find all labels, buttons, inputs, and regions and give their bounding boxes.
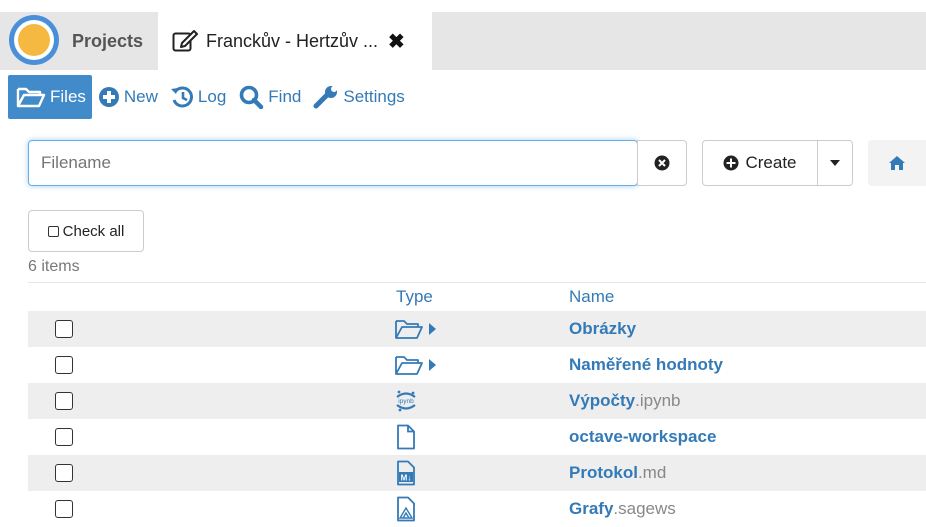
filename-search-input[interactable] xyxy=(28,140,638,186)
item-count: 6 items xyxy=(28,258,80,275)
top-tab-bar: Projects Franckův - Hertzův ... ✖ xyxy=(0,0,926,70)
row-checkbox[interactable] xyxy=(55,428,73,446)
nav-files[interactable]: Files xyxy=(8,75,92,119)
square-icon xyxy=(47,225,59,237)
file-name-link[interactable]: Obrázky xyxy=(569,319,636,339)
plus-circle-icon xyxy=(98,87,119,107)
clear-search-button[interactable] xyxy=(637,140,687,186)
times-circle-icon xyxy=(654,155,670,171)
tab-file-title: Franckův - Hertzův ... xyxy=(206,30,379,51)
create-button[interactable]: Create xyxy=(702,140,818,186)
file-listing: Type Name Obrázky Naměřené hodnoty ipynb… xyxy=(28,282,926,527)
nav-settings-label: Settings xyxy=(343,87,405,106)
file-name-link[interactable]: octave-workspace xyxy=(569,427,716,447)
row-checkbox[interactable] xyxy=(55,356,73,374)
project-nav: Files New Log Find Settings xyxy=(0,74,411,120)
file-row[interactable]: octave-workspace xyxy=(28,419,926,455)
file-row[interactable]: M↓ Protokol.md xyxy=(28,455,926,491)
file-row[interactable]: ipynb Výpočty.ipynb xyxy=(28,383,926,419)
search-icon xyxy=(239,85,264,109)
row-checkbox[interactable] xyxy=(55,500,73,518)
sagews-icon xyxy=(394,496,440,522)
folder-open-icon xyxy=(394,353,440,377)
home-icon xyxy=(889,156,905,170)
file-row[interactable]: Obrázky xyxy=(28,311,926,347)
file-name-link[interactable]: Protokol.md xyxy=(569,463,666,483)
home-directory-button[interactable] xyxy=(868,140,926,186)
nav-find-label: Find xyxy=(268,87,302,106)
check-all-label: Check all xyxy=(62,222,125,240)
edit-icon xyxy=(172,30,198,52)
svg-text:M↓: M↓ xyxy=(401,474,412,483)
file-name-link[interactable]: Naměřené hodnoty xyxy=(569,355,723,375)
file-row[interactable]: Grafy.sagews xyxy=(28,491,926,527)
nav-log-label: Log xyxy=(197,87,227,106)
column-header-type[interactable]: Type xyxy=(396,287,433,307)
check-all-button[interactable]: Check all xyxy=(28,210,144,252)
history-icon xyxy=(170,86,193,108)
nav-new-label: New xyxy=(123,87,158,106)
row-checkbox[interactable] xyxy=(55,320,73,338)
tab-projects[interactable]: Projects xyxy=(62,12,158,70)
row-checkbox[interactable] xyxy=(55,392,73,410)
row-checkbox[interactable] xyxy=(55,464,73,482)
tab-projects-label: Projects xyxy=(72,30,144,51)
svg-text:ipynb: ipynb xyxy=(398,398,414,405)
create-dropdown-button[interactable] xyxy=(817,140,853,186)
nav-files-label: Files xyxy=(50,87,86,106)
create-button-label: Create xyxy=(745,153,797,172)
wrench-icon xyxy=(313,86,338,109)
cocalc-logo-icon[interactable] xyxy=(6,12,62,68)
folder-open-icon xyxy=(16,87,46,108)
jupyter-icon: ipynb xyxy=(394,389,440,413)
column-header-name[interactable]: Name xyxy=(569,287,614,307)
nav-new[interactable]: New xyxy=(92,75,164,119)
folder-open-icon xyxy=(394,317,440,341)
file-name-link[interactable]: Výpočty.ipynb xyxy=(569,391,681,411)
nav-find[interactable]: Find xyxy=(232,75,307,119)
file-name-link[interactable]: Grafy.sagews xyxy=(569,499,676,519)
markdown-icon: M↓ xyxy=(394,460,440,486)
file-row[interactable]: Naměřené hodnoty xyxy=(28,347,926,383)
nav-log[interactable]: Log xyxy=(164,75,232,119)
listing-header: Type Name xyxy=(28,282,926,311)
nav-settings[interactable]: Settings xyxy=(307,75,410,119)
plus-circle-icon xyxy=(723,155,739,171)
file-icon xyxy=(394,424,440,450)
close-tab-icon[interactable]: ✖ xyxy=(388,29,405,54)
caret-down-icon xyxy=(830,160,840,166)
tab-open-file[interactable]: Franckův - Hertzův ... ✖ xyxy=(158,12,432,70)
